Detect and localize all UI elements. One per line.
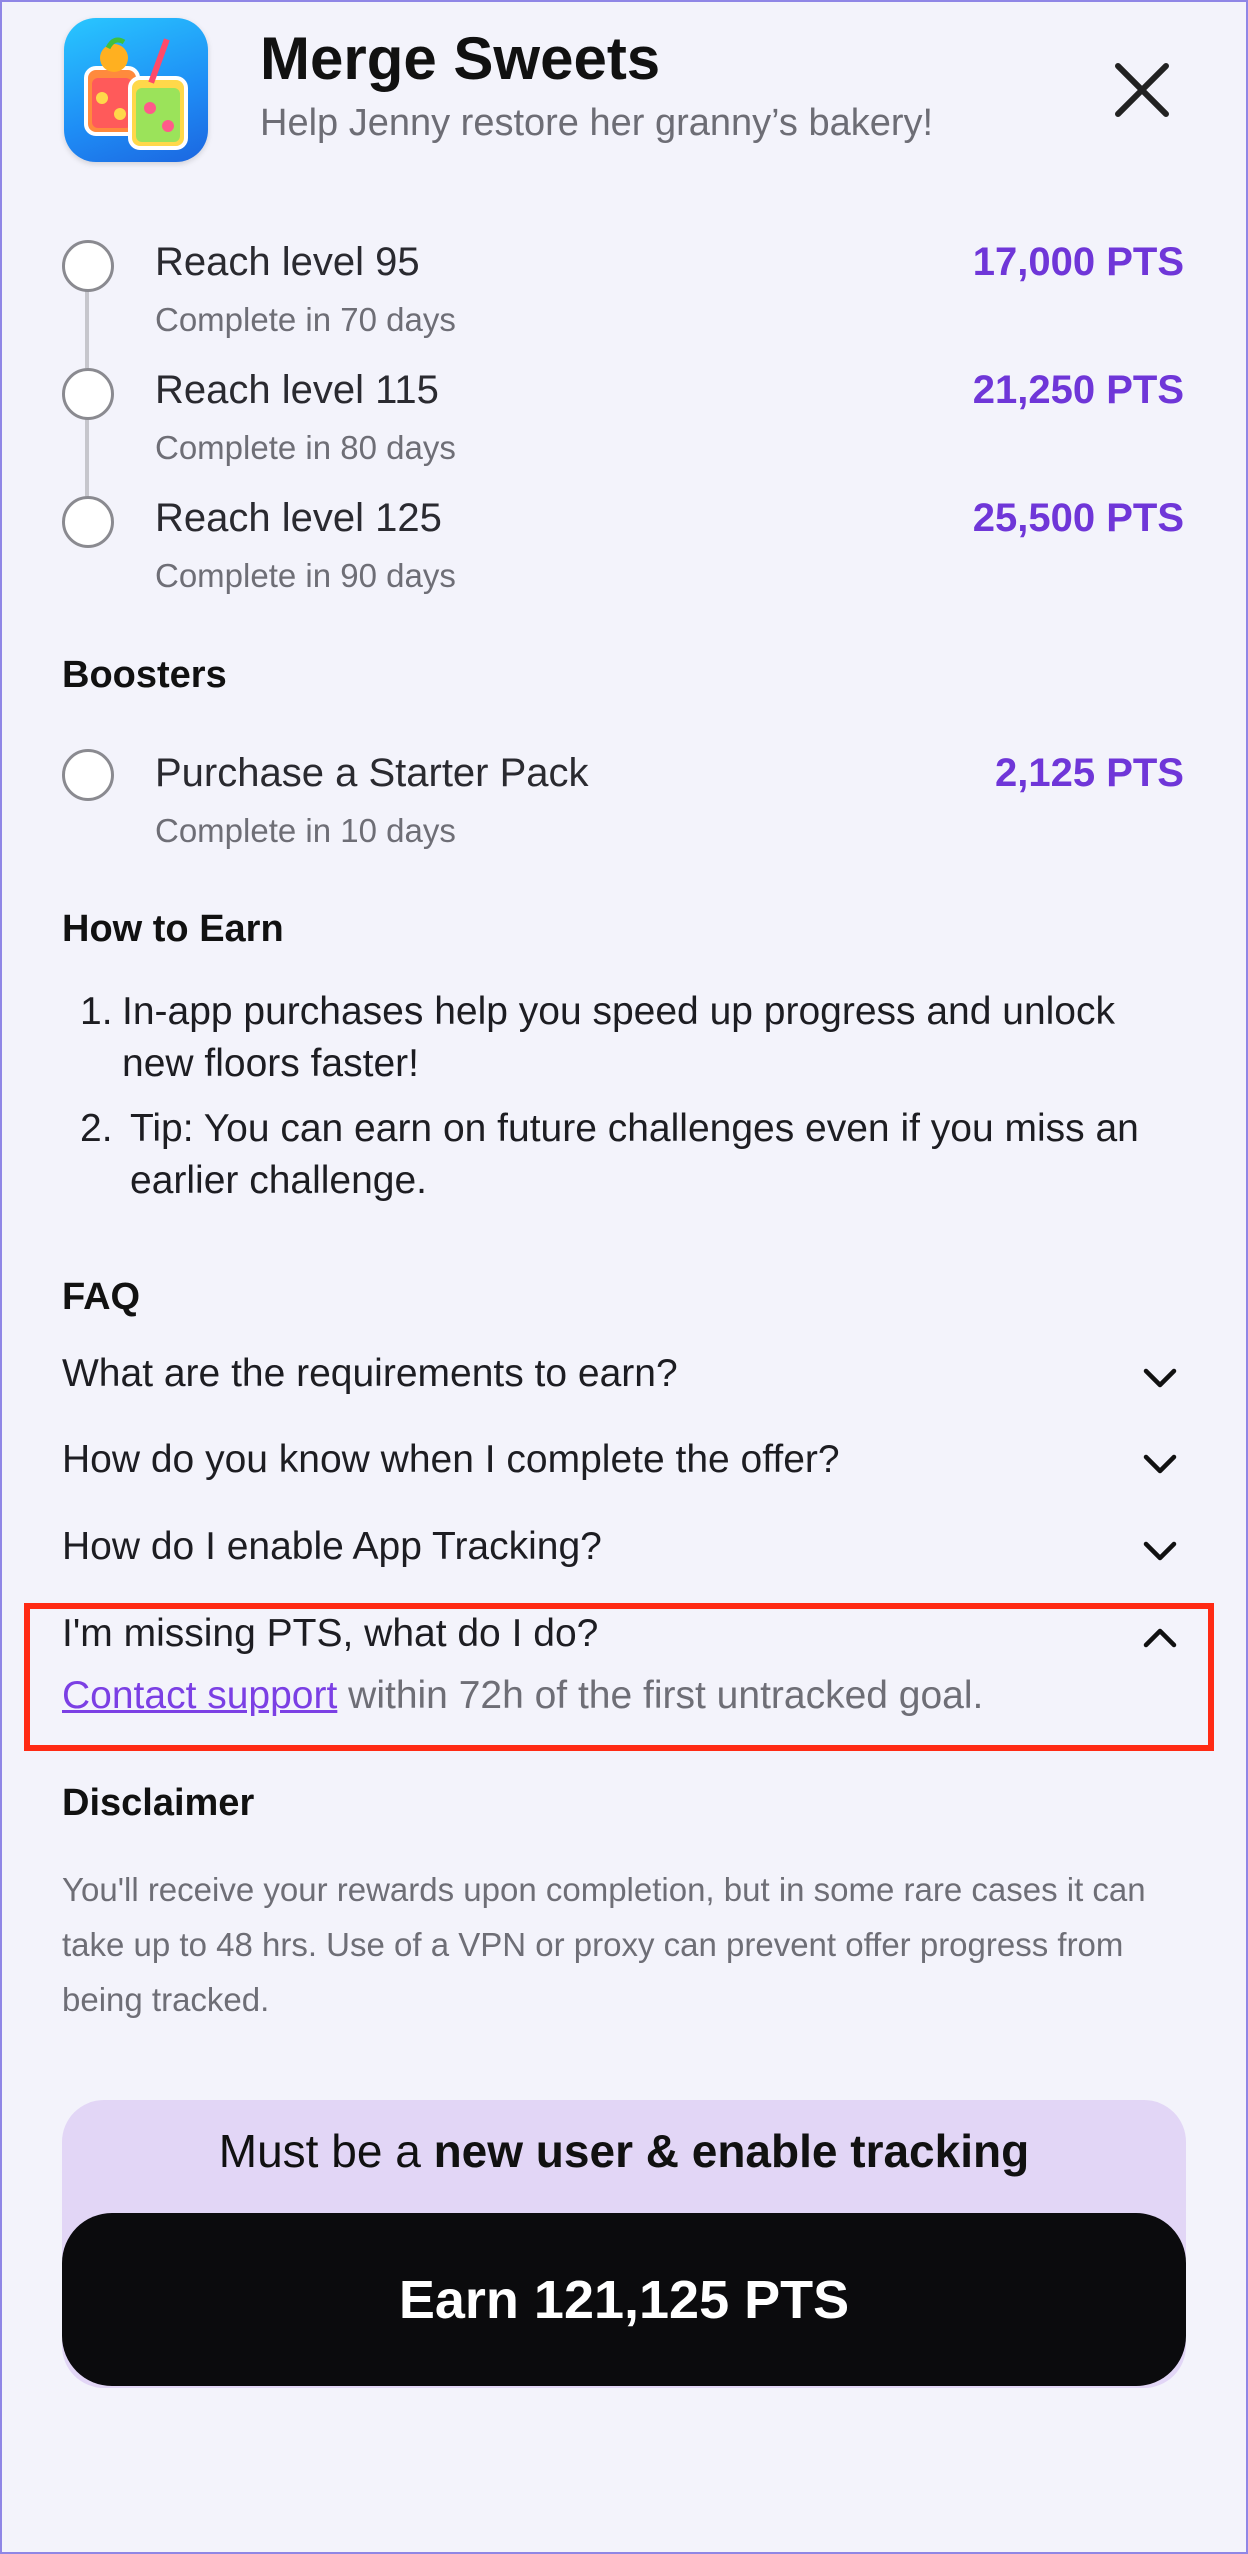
goal-status-circle — [62, 240, 114, 292]
chevron-down-icon[interactable] — [1140, 1358, 1180, 1398]
booster-status-circle — [62, 749, 114, 801]
timeline-connector — [85, 416, 89, 496]
disclaimer-text: take up to 48 hrs. Use of a VPN or proxy… — [62, 1926, 1124, 1963]
faq-question[interactable]: What are the requirements to earn? — [62, 1352, 678, 1396]
goal-status-circle — [62, 368, 114, 420]
boosters-heading: Boosters — [62, 654, 227, 696]
faq-answer-text: within 72h of the first untracked goal. — [337, 1674, 984, 1717]
goal-status-circle — [62, 496, 114, 548]
goal-points: 17,000 PTS — [972, 240, 1184, 284]
booster-title: Purchase a Starter Pack — [155, 751, 589, 795]
requirement-bold: new user & enable tracking — [433, 2125, 1030, 2177]
chevron-down-icon[interactable] — [1140, 1531, 1180, 1571]
goal-title: Reach level 125 — [155, 496, 442, 540]
booster-points: 2,125 PTS — [994, 751, 1184, 795]
goal-title: Reach level 115 — [155, 368, 439, 412]
disclaimer-text: You'll receive your rewards upon complet… — [62, 1871, 1146, 1908]
requirement-text: Must be a new user & enable tracking — [62, 2124, 1186, 2178]
goal-deadline: Complete in 70 days — [155, 301, 456, 338]
chevron-down-icon[interactable] — [1140, 1444, 1180, 1484]
how-to-earn-number: 2. — [80, 1107, 113, 1150]
faq-question-expanded[interactable]: I'm missing PTS, what do I do? — [62, 1612, 598, 1656]
disclaimer-text: being tracked. — [62, 1981, 270, 2018]
faq-answer: Contact support within 72h of the first … — [62, 1674, 983, 1718]
earn-button[interactable]: Earn 121,125 PTS — [62, 2213, 1186, 2386]
goal-deadline: Complete in 80 days — [155, 429, 456, 466]
app-title: Merge Sweets — [260, 25, 661, 92]
chevron-up-icon[interactable] — [1140, 1618, 1180, 1658]
goal-points: 21,250 PTS — [972, 368, 1184, 412]
how-to-earn-item: new floors faster! — [122, 1042, 419, 1085]
timeline-connector — [85, 288, 89, 368]
disclaimer-heading: Disclaimer — [62, 1782, 255, 1824]
contact-support-link[interactable]: Contact support — [62, 1674, 337, 1717]
how-to-earn-item: earlier challenge. — [130, 1159, 428, 1202]
how-to-earn-number: 1. — [80, 990, 113, 1033]
how-to-earn-item: Tip: You can earn on future challenges e… — [130, 1107, 1139, 1150]
how-to-earn-heading: How to Earn — [62, 908, 284, 950]
faq-heading: FAQ — [62, 1276, 141, 1318]
faq-question[interactable]: How do you know when I complete the offe… — [62, 1438, 840, 1482]
goal-points: 25,500 PTS — [972, 496, 1184, 540]
app-icon — [64, 18, 208, 162]
close-icon[interactable] — [1110, 58, 1174, 122]
goal-deadline: Complete in 90 days — [155, 557, 456, 594]
goal-title: Reach level 95 — [155, 240, 420, 284]
faq-question[interactable]: How do I enable App Tracking? — [62, 1525, 602, 1569]
requirement-prefix: Must be a — [218, 2125, 434, 2177]
booster-deadline: Complete in 10 days — [155, 812, 456, 849]
app-subtitle: Help Jenny restore her granny’s bakery! — [260, 102, 934, 144]
how-to-earn-item: In-app purchases help you speed up progr… — [122, 990, 1115, 1033]
